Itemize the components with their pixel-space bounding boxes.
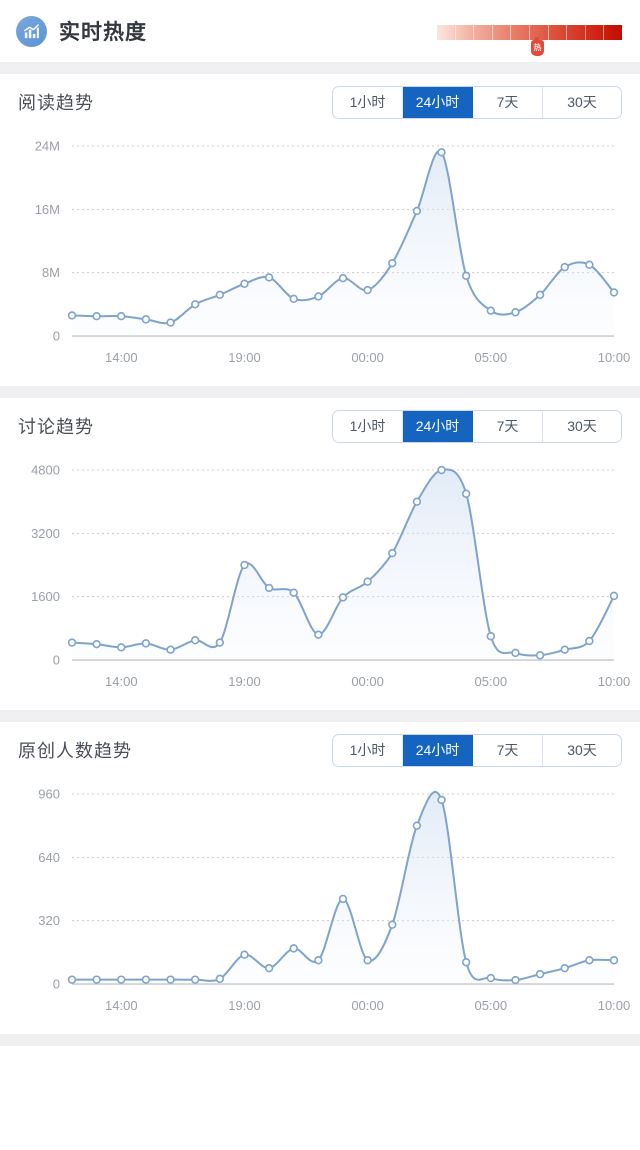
svg-text:05:00: 05:00 bbox=[475, 350, 508, 365]
svg-text:10:00: 10:00 bbox=[598, 998, 631, 1013]
svg-text:10:00: 10:00 bbox=[598, 350, 631, 365]
svg-text:0: 0 bbox=[53, 977, 60, 992]
panel-header: 讨论趋势 1小时 24小时 7天 30天 bbox=[0, 398, 640, 454]
heat-gauge-marker: 热 bbox=[530, 36, 544, 56]
svg-text:0: 0 bbox=[53, 329, 60, 344]
trend-panel: 阅读趋势 1小时 24小时 7天 30天 0 8M 16M 24M 14:00 19:00 00:00… bbox=[0, 74, 640, 386]
range-segmented-control[interactable]: 1小时 24小时 7天 30天 bbox=[332, 409, 622, 443]
panel-title: 讨论趋势 bbox=[18, 417, 94, 437]
heat-gauge: 热 bbox=[437, 23, 622, 56]
heat-gauge-marker-label: 热 bbox=[533, 42, 542, 52]
range-option-1小时[interactable]: 1小时 bbox=[333, 734, 403, 766]
title-group: 实时热度 bbox=[16, 15, 147, 47]
page-header: 实时热度 热 bbox=[0, 0, 640, 62]
range-option-7天[interactable]: 7天 bbox=[473, 410, 543, 442]
svg-text:1600: 1600 bbox=[31, 589, 60, 604]
section-divider bbox=[0, 710, 640, 722]
svg-text:14:00: 14:00 bbox=[105, 350, 138, 365]
range-option-30天[interactable]: 30天 bbox=[543, 734, 621, 766]
panel-header: 阅读趋势 1小时 24小时 7天 30天 bbox=[0, 74, 640, 130]
panel-header: 原创人数趋势 1小时 24小时 7天 30天 bbox=[0, 722, 640, 778]
trend-panel: 原创人数趋势 1小时 24小时 7天 30天 0 320 640 960 14:00 19:00 00… bbox=[0, 722, 640, 1034]
range-segmented-control[interactable]: 1小时 24小时 7天 30天 bbox=[332, 733, 622, 767]
realtime-heat-page: 实时热度 热 阅读趋势 1小时 24小时 7天 30天 0 8M 16M 24M 14:00 19:… bbox=[0, 0, 640, 1150]
section-divider bbox=[0, 386, 640, 398]
range-option-1小时[interactable]: 1小时 bbox=[333, 410, 403, 442]
trend-sections: 阅读趋势 1小时 24小时 7天 30天 0 8M 16M 24M 14:00 19:00 00:00… bbox=[0, 74, 640, 1046]
svg-text:05:00: 05:00 bbox=[475, 998, 508, 1013]
svg-text:19:00: 19:00 bbox=[228, 998, 261, 1013]
heat-gauge-ticks bbox=[437, 24, 622, 40]
trend-chart: 0 8M 16M 24M 14:00 19:00 00:00 05:00 10:00 bbox=[0, 130, 640, 380]
svg-text:05:00: 05:00 bbox=[475, 674, 508, 689]
svg-text:640: 640 bbox=[38, 850, 60, 865]
bar-chart-trend-icon bbox=[16, 15, 47, 47]
svg-text:19:00: 19:00 bbox=[228, 350, 261, 365]
svg-text:320: 320 bbox=[38, 913, 60, 928]
panel-title: 原创人数趋势 bbox=[18, 741, 132, 761]
trend-chart: 0 320 640 960 14:00 19:00 00:00 05:00 10:00 bbox=[0, 778, 640, 1028]
svg-text:14:00: 14:00 bbox=[105, 674, 138, 689]
range-option-24小时[interactable]: 24小时 bbox=[403, 86, 473, 118]
svg-text:4800: 4800 bbox=[31, 463, 60, 478]
svg-text:8M: 8M bbox=[42, 265, 60, 280]
section-divider bbox=[0, 62, 640, 74]
range-option-30天[interactable]: 30天 bbox=[543, 86, 621, 118]
svg-text:960: 960 bbox=[38, 787, 60, 802]
panel-title: 阅读趋势 bbox=[18, 93, 94, 113]
svg-text:10:00: 10:00 bbox=[598, 674, 631, 689]
svg-text:0: 0 bbox=[53, 653, 60, 668]
range-option-24小时[interactable]: 24小时 bbox=[403, 410, 473, 442]
svg-text:00:00: 00:00 bbox=[351, 674, 384, 689]
svg-text:00:00: 00:00 bbox=[351, 998, 384, 1013]
range-option-1小时[interactable]: 1小时 bbox=[333, 86, 403, 118]
svg-text:3200: 3200 bbox=[31, 526, 60, 541]
range-option-7天[interactable]: 7天 bbox=[473, 734, 543, 766]
heat-gauge-bar bbox=[437, 24, 622, 40]
svg-text:19:00: 19:00 bbox=[228, 674, 261, 689]
range-option-30天[interactable]: 30天 bbox=[543, 410, 621, 442]
svg-text:16M: 16M bbox=[35, 202, 60, 217]
page-title: 实时热度 bbox=[59, 21, 147, 44]
range-option-24小时[interactable]: 24小时 bbox=[403, 734, 473, 766]
trend-panel: 讨论趋势 1小时 24小时 7天 30天 0 1600 3200 4800 14:00 19:00 0… bbox=[0, 398, 640, 710]
svg-text:14:00: 14:00 bbox=[105, 998, 138, 1013]
trend-chart: 0 1600 3200 4800 14:00 19:00 00:00 05:00 10:00 bbox=[0, 454, 640, 704]
section-divider bbox=[0, 1034, 640, 1046]
range-segmented-control[interactable]: 1小时 24小时 7天 30天 bbox=[332, 85, 622, 119]
range-option-7天[interactable]: 7天 bbox=[473, 86, 543, 118]
svg-text:00:00: 00:00 bbox=[351, 350, 384, 365]
svg-text:24M: 24M bbox=[35, 139, 60, 154]
